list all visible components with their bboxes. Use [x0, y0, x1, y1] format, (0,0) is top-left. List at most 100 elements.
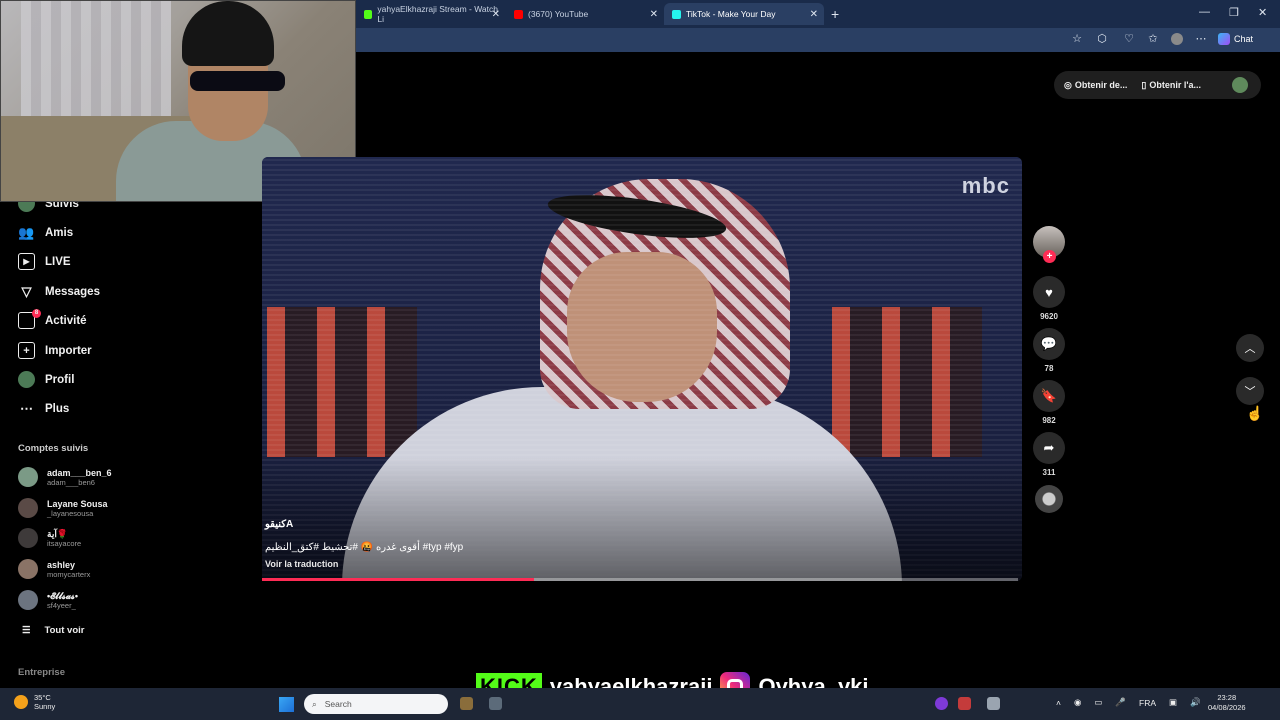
settings-gear-icon[interactable]	[987, 697, 1000, 710]
speaker-icon[interactable]: 🔊	[1190, 697, 1201, 708]
account-name: •𝓔𝓵𝓵𝓼𝓪𝓼•	[47, 590, 78, 601]
more-options-icon[interactable]: ⋯	[1195, 33, 1207, 45]
temperature: 35°C	[34, 693, 51, 702]
new-tab-icon[interactable]: +	[831, 6, 839, 22]
system-tray: ˄ ◉ ▭ 🎤 FRA ▣ 🔊	[1056, 697, 1201, 708]
see-all-label: Tout voir	[44, 625, 85, 636]
wifi-icon[interactable]: ▣	[1169, 697, 1177, 708]
phone-icon: ▯	[1141, 79, 1147, 90]
sidebar-item-messages[interactable]: ▽ Messages	[18, 283, 100, 300]
avatar	[18, 528, 38, 548]
copilot-chat-button[interactable]: Chat	[1218, 33, 1253, 45]
taskbar-search[interactable]: ⌕ Search	[304, 694, 448, 714]
avatar	[18, 498, 38, 518]
minimize-icon[interactable]: —	[1199, 6, 1210, 18]
share-arrow-icon: ➦	[1043, 440, 1055, 455]
task-view-icon[interactable]	[489, 697, 502, 710]
activity-icon: 8	[18, 309, 41, 329]
account-handle: sf4yeer_	[47, 600, 76, 610]
company-link[interactable]: Entreprise	[18, 667, 65, 678]
language-indicator[interactable]: FRA	[1139, 698, 1156, 708]
followed-account[interactable]: ashley momycarterx	[18, 559, 90, 579]
network-icon[interactable]: ◉	[1074, 697, 1081, 708]
clock[interactable]: 23:28 04/08/2026	[1208, 693, 1246, 713]
video-caption: أقوى غدره 🤬 #تحشيط #كتق_النظيم #typ #fyp	[265, 542, 464, 553]
sidebar-item-upload[interactable]: + Importer	[18, 342, 92, 359]
see-all-button[interactable]: ☰ Tout voir	[22, 625, 84, 636]
sidebar-item-label: Activité	[45, 314, 87, 327]
follow-plus-icon[interactable]: +	[1043, 250, 1056, 263]
messages-icon: ▽	[21, 283, 32, 299]
sidebar-item-more[interactable]: ⋯ Plus	[18, 400, 69, 417]
favorite-star-icon[interactable]: ☆	[1071, 33, 1083, 45]
avatar[interactable]	[1232, 77, 1248, 93]
video-player[interactable]: mbc	[262, 157, 1022, 581]
browser-essentials-icon[interactable]: ♡	[1123, 33, 1135, 45]
next-video-button[interactable]: ﹀	[1236, 377, 1264, 405]
followed-account[interactable]: adam___ben_6 adam___ben6	[18, 467, 112, 487]
collections-icon[interactable]: ✩	[1147, 33, 1159, 45]
share-button[interactable]: ➦	[1033, 432, 1065, 464]
like-button[interactable]: ♥	[1033, 276, 1065, 308]
account-handle: adam___ben6	[47, 477, 95, 487]
more-icon: ⋯	[20, 400, 33, 416]
list-icon: ☰	[22, 625, 31, 636]
sidebar-item-label: Amis	[45, 226, 74, 239]
comment-icon: 💬	[1040, 336, 1058, 351]
followed-account[interactable]: Layane Sousa _layanesousa	[18, 498, 108, 518]
get-app-button[interactable]: ▯ Obtenir l'a...	[1141, 80, 1201, 91]
file-explorer-icon[interactable]	[460, 697, 473, 710]
app-icon[interactable]	[935, 697, 948, 710]
tiktok-tab-icon	[672, 9, 681, 19]
close-window-icon[interactable]: ✕	[1258, 6, 1267, 19]
kick-tab-icon	[364, 9, 373, 19]
sidebar-item-live[interactable]: ▶ LIVE	[18, 253, 71, 270]
sun-icon	[14, 695, 28, 709]
avatar	[18, 467, 38, 487]
sidebar-item-activity[interactable]: 8 Activité	[18, 309, 87, 329]
sidebar-item-friends[interactable]: 👥 Amis	[18, 224, 73, 241]
previous-video-button[interactable]: ︿	[1236, 334, 1264, 362]
restore-icon[interactable]: ❐	[1229, 6, 1239, 19]
live-icon: ▶	[18, 253, 35, 270]
app-tray-icon[interactable]: ▭	[1094, 697, 1102, 708]
weather-text: Sunny	[34, 702, 56, 711]
start-button[interactable]	[279, 697, 294, 712]
youtube-tab-icon	[514, 9, 523, 19]
chevron-up-icon[interactable]: ˄	[1056, 698, 1061, 708]
close-tab-icon[interactable]: ✕	[810, 9, 818, 20]
microphone-icon[interactable]: 🎤	[1115, 697, 1126, 708]
see-translation-link[interactable]: Voir la traduction	[265, 559, 338, 569]
hand-cursor-icon: ☝	[1246, 405, 1264, 421]
video-progress-fill	[262, 578, 535, 581]
music-disc-icon[interactable]	[1035, 485, 1063, 513]
tab-youtube[interactable]: (3670) YouTube ✕	[506, 3, 664, 25]
comment-count: 78	[1044, 364, 1054, 373]
share-count: 311	[1042, 468, 1056, 477]
comment-button[interactable]: 💬	[1033, 328, 1065, 360]
time: 23:28	[1217, 693, 1237, 702]
chevron-down-icon: ﹀	[1244, 386, 1256, 398]
get-coins-button[interactable]: ◎ Obtenir de...	[1064, 80, 1127, 91]
extensions-icon[interactable]: ⬡	[1096, 33, 1108, 45]
sidebar-item-label: Profil	[45, 373, 75, 386]
close-tab-icon[interactable]: ✕	[650, 9, 658, 20]
save-button[interactable]: 🔖	[1033, 380, 1065, 412]
profile-avatar-icon[interactable]	[1171, 33, 1183, 45]
avatar	[18, 559, 38, 579]
sidebar-item-label: LIVE	[45, 255, 71, 268]
sidebar-item-label: Messages	[45, 285, 100, 298]
followed-account[interactable]: آية🌹 itsayacore	[18, 528, 81, 548]
weather-widget[interactable]: 35°C Sunny	[14, 693, 55, 711]
video-author[interactable]: كنيقوA	[265, 519, 293, 530]
sidebar-item-profile[interactable]: Profil	[18, 371, 74, 388]
close-tab-icon[interactable]: ✕	[492, 9, 500, 20]
chevron-up-icon: ︿	[1244, 343, 1256, 355]
tab-kick-stream[interactable]: yahyaElkhazraji Stream - Watch Li ✕	[356, 3, 506, 25]
app-icon[interactable]	[958, 697, 971, 710]
followed-account[interactable]: •𝓔𝓵𝓵𝓼𝓪𝓼• sf4yeer_	[18, 590, 78, 610]
bookmark-icon: 🔖	[1040, 388, 1058, 403]
tab-tiktok[interactable]: TikTok - Make Your Day ✕	[664, 3, 824, 25]
save-count: 982	[1042, 416, 1056, 425]
profile-icon	[18, 371, 35, 388]
